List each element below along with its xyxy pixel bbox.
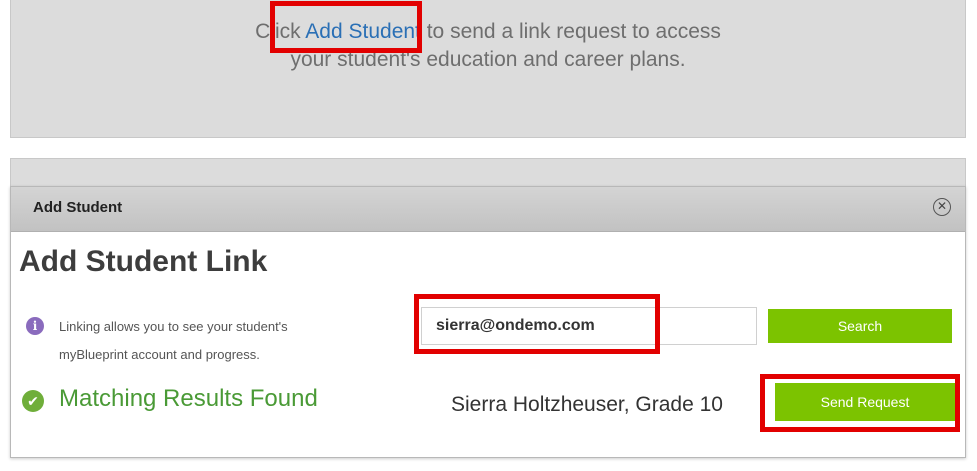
- info-icon: i: [26, 317, 44, 335]
- intro-text-line2: your student's education and career plan…: [290, 48, 686, 71]
- info-text: Linking allows you to see your student's…: [59, 313, 389, 369]
- background-panel: [10, 158, 966, 188]
- intro-text-suffix: to send a link request to access: [420, 20, 721, 43]
- student-result-name: Sierra Holtzheuser, Grade 10: [451, 393, 723, 416]
- info-text-line1: Linking allows you to see your student's: [59, 319, 288, 334]
- email-field-wrapper: [421, 307, 757, 345]
- add-student-modal: Add Student ✕ Add Student Link i Linking…: [10, 186, 966, 458]
- intro-text-prefix: Click: [255, 20, 306, 43]
- add-student-link[interactable]: Add Student: [305, 20, 421, 43]
- intro-text: Click Add Student to send a link request…: [11, 18, 965, 74]
- check-circle-icon: ✔: [22, 390, 44, 412]
- info-text-line2: myBlueprint account and progress.: [59, 347, 260, 362]
- modal-title: Add Student: [33, 199, 123, 216]
- email-field[interactable]: [422, 308, 756, 344]
- modal-heading: Add Student Link: [19, 245, 268, 278]
- match-status-text: Matching Results Found: [59, 385, 318, 412]
- intro-panel: Click Add Student to send a link request…: [10, 0, 966, 138]
- search-button[interactable]: Search: [768, 309, 952, 343]
- modal-header: Add Student ✕: [11, 187, 965, 232]
- send-request-button[interactable]: Send Request: [775, 383, 955, 421]
- close-icon[interactable]: ✕: [933, 198, 951, 216]
